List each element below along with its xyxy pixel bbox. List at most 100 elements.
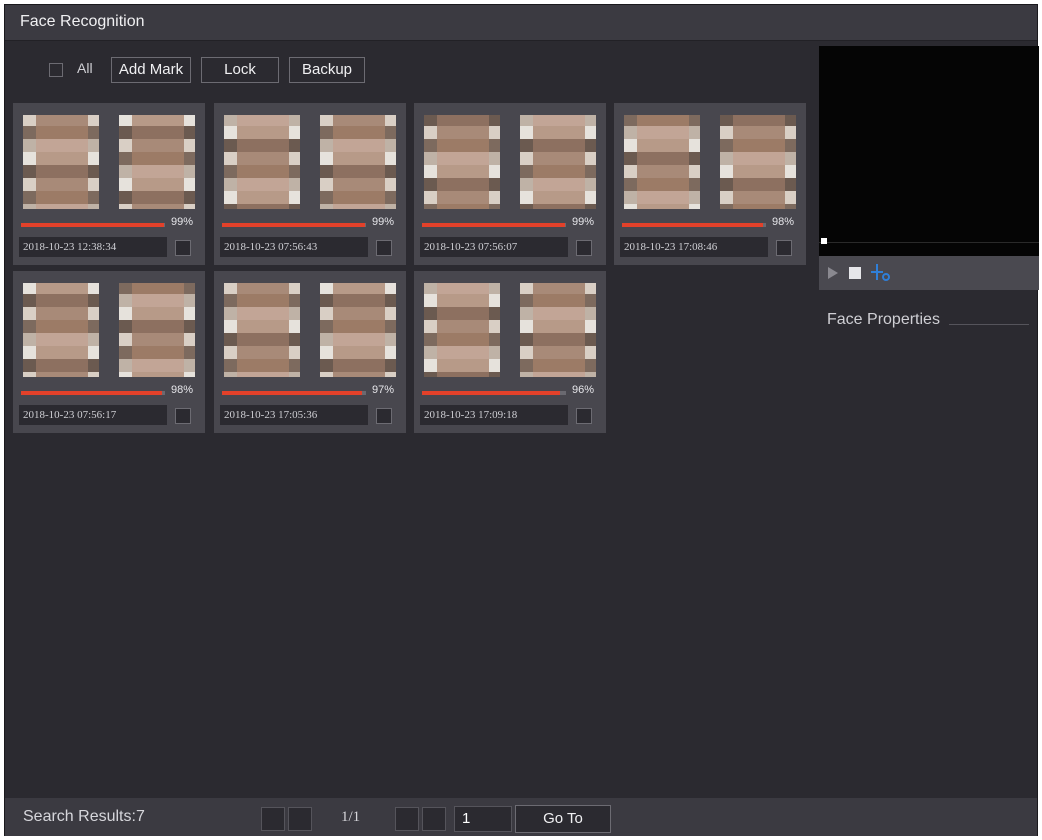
mosaic-cell [320,178,333,191]
snapshot-thumbnail[interactable] [624,115,700,209]
result-card[interactable]: 98% 2018-10-23 17:08:46 [614,103,806,265]
mosaic-cell [785,152,796,165]
mosaic-cell [23,372,36,377]
mosaic-cell [49,320,62,333]
mosaic-cell [49,372,62,377]
mosaic-cell [359,115,372,126]
mosaic-cell [320,165,333,178]
mosaic-cell [533,307,546,320]
result-select-checkbox[interactable] [376,408,392,424]
mosaic-cell [224,283,237,294]
mosaic-cell [49,165,62,178]
mosaic-cell [88,359,99,372]
mosaic-cell [437,152,450,165]
next-page-button[interactable] [395,807,419,831]
mosaic-cell [520,372,533,377]
mosaic-cell [637,191,650,204]
result-select-checkbox[interactable] [776,240,792,256]
face-thumbnail[interactable] [320,115,396,209]
result-select-checkbox[interactable] [175,240,191,256]
mosaic-cell [585,283,596,294]
mosaic-cell [333,204,346,209]
select-all-checkbox[interactable] [49,63,63,77]
mosaic-cell [75,283,88,294]
result-card[interactable]: 99% 2018-10-23 07:56:43 [214,103,406,265]
face-thumbnail[interactable] [520,283,596,377]
result-card[interactable]: 98% 2018-10-23 07:56:17 [13,271,205,433]
mosaic-cell [720,126,733,139]
mosaic-cell [132,320,145,333]
play-icon[interactable] [827,266,839,280]
mosaic-cell [75,115,88,126]
snapshot-thumbnail[interactable] [424,283,500,377]
snapshot-thumbnail[interactable] [23,115,99,209]
result-card[interactable]: 97% 2018-10-23 17:05:36 [214,271,406,433]
snapshot-thumbnail[interactable] [23,283,99,377]
go-to-button[interactable]: Go To [515,805,611,833]
mosaic-cell [171,346,184,359]
mosaic-cell [572,191,585,204]
mosaic-cell [250,115,263,126]
similarity-bar-fill [422,223,565,227]
mosaic-cell [520,346,533,359]
mosaic-cell [119,294,132,307]
clip-icon[interactable] [871,264,893,282]
mosaic-cell [450,359,463,372]
mosaic-cell [624,191,637,204]
stop-icon[interactable] [849,267,861,279]
mosaic-cell [559,204,572,209]
face-thumbnail[interactable] [119,283,195,377]
add-mark-button[interactable]: Add Mark [111,57,191,83]
mosaic-cell [333,333,346,346]
previous-page-button[interactable] [288,807,312,831]
mosaic-cell [75,204,88,209]
page-number-input[interactable]: 1 [454,806,512,832]
face-thumbnail[interactable] [320,283,396,377]
mosaic-cell [385,307,396,320]
lock-button[interactable]: Lock [201,57,279,83]
similarity-bar-fill [222,223,365,227]
mosaic-cell [585,115,596,126]
face-thumbnail[interactable] [720,115,796,209]
result-card[interactable]: 99% 2018-10-23 07:56:07 [414,103,606,265]
select-all-label: All [77,60,93,76]
mosaic-cell [23,320,36,333]
mosaic-cell [546,307,559,320]
mosaic-cell [23,126,36,139]
result-select-checkbox[interactable] [175,408,191,424]
mosaic-cell [385,283,396,294]
result-select-checkbox[interactable] [576,240,592,256]
mosaic-cell [333,359,346,372]
mosaic-cell [62,320,75,333]
mosaic-cell [520,333,533,346]
mosaic-cell [424,115,437,126]
result-card[interactable]: 96% 2018-10-23 17:09:18 [414,271,606,433]
scrubber-handle[interactable] [821,238,827,244]
mosaic-cell [184,307,195,320]
backup-button[interactable]: Backup [289,57,365,83]
snapshot-thumbnail[interactable] [224,283,300,377]
mosaic-cell [171,152,184,165]
snapshot-thumbnail[interactable] [424,115,500,209]
result-select-checkbox[interactable] [376,240,392,256]
mosaic-cell [171,115,184,126]
playback-scrubber[interactable] [819,242,1039,243]
mosaic-cell [346,333,359,346]
face-thumbnail[interactable] [520,115,596,209]
mosaic-cell [36,294,49,307]
mosaic-cell [250,139,263,152]
result-card[interactable]: 99% 2018-10-23 12:38:34 [13,103,205,265]
first-page-button[interactable] [261,807,285,831]
video-preview[interactable] [819,46,1039,256]
result-select-checkbox[interactable] [576,408,592,424]
mosaic-cell [145,294,158,307]
snapshot-thumbnail[interactable] [224,115,300,209]
search-results-count: Search Results:7 [23,808,145,825]
face-thumbnail[interactable] [119,115,195,209]
mosaic-cell [676,139,689,152]
mosaic-cell [546,333,559,346]
mosaic-cell [145,307,158,320]
mosaic-cell [132,307,145,320]
last-page-button[interactable] [422,807,446,831]
mosaic-cell [372,152,385,165]
